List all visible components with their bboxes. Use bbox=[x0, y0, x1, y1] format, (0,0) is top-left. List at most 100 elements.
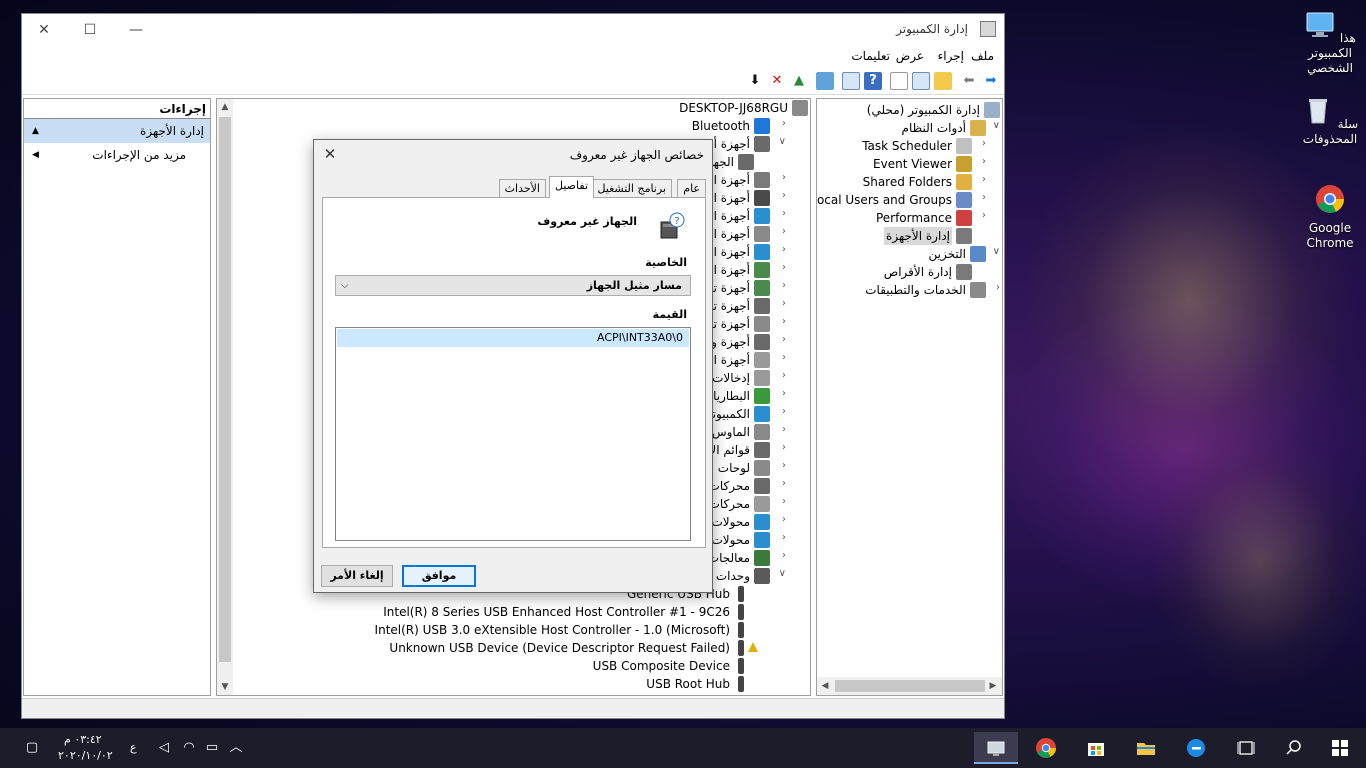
device-category[interactable]: الماوس bbox=[712, 423, 750, 441]
chevron-right-icon[interactable]: › bbox=[982, 210, 986, 221]
tree-item[interactable]: التخزين bbox=[929, 245, 966, 263]
scroll-left-icon[interactable]: ◀ bbox=[817, 678, 833, 694]
value-list-item[interactable]: ACPI\INT33A0\0 bbox=[337, 329, 689, 347]
chevron-right-icon[interactable]: › bbox=[782, 478, 786, 489]
usb-device[interactable]: Unknown USB Device (Device Descriptor Re… bbox=[389, 639, 730, 657]
input-language[interactable]: ع bbox=[130, 741, 137, 754]
up-folder-icon[interactable] bbox=[934, 72, 952, 90]
menu-view[interactable]: عرض bbox=[896, 49, 924, 63]
tree-item[interactable]: Local Users and Groups bbox=[817, 191, 952, 209]
cancel-button[interactable]: إلغاء الأمر bbox=[321, 565, 393, 587]
scroll-right-icon[interactable]: ▶ bbox=[985, 678, 1001, 694]
chevron-right-icon[interactable]: › bbox=[782, 532, 786, 543]
desktop-icon-this-pc[interactable]: هذا الكمبيوتر الشخصي bbox=[1292, 8, 1366, 76]
tree-item[interactable]: Performance bbox=[876, 209, 952, 227]
chevron-right-icon[interactable]: › bbox=[782, 442, 786, 453]
forward-arrow-icon[interactable]: ⬅ bbox=[960, 72, 978, 90]
monitor-icon[interactable] bbox=[816, 72, 834, 90]
chevron-right-icon[interactable]: › bbox=[782, 208, 786, 219]
show-hidden-icons-chevron-up-icon[interactable]: ︿ bbox=[228, 740, 244, 756]
wifi-icon[interactable]: ◠ bbox=[181, 740, 197, 756]
device-category[interactable]: Bluetooth bbox=[692, 117, 750, 135]
tree-item[interactable]: Shared Folders bbox=[863, 173, 952, 191]
chevron-down-icon[interactable]: ∨ bbox=[993, 246, 1000, 257]
device-category[interactable]: محولات bbox=[711, 531, 750, 549]
tree-item[interactable]: إدارة الأقراص bbox=[884, 263, 952, 281]
chevron-down-icon[interactable]: ∨ bbox=[779, 136, 786, 147]
chevron-right-icon[interactable]: › bbox=[782, 262, 786, 273]
menu-file[interactable]: ملف bbox=[971, 49, 994, 63]
chevron-right-icon[interactable]: › bbox=[782, 172, 786, 183]
taskbar-store[interactable] bbox=[1074, 732, 1118, 764]
taskbar-edge[interactable] bbox=[1174, 732, 1218, 764]
chevron-right-icon[interactable]: › bbox=[782, 244, 786, 255]
device-category[interactable]: وحدات bbox=[716, 567, 750, 585]
tab-general[interactable]: عام bbox=[677, 179, 706, 198]
start-button[interactable] bbox=[1318, 732, 1362, 764]
tab-events[interactable]: الأحداث bbox=[498, 179, 546, 198]
maximize-button[interactable]: ☐ bbox=[70, 18, 110, 42]
chevron-right-icon[interactable]: › bbox=[782, 370, 786, 381]
task-view-button[interactable] bbox=[1224, 732, 1268, 764]
tab-details[interactable]: تفاصيل bbox=[549, 176, 594, 198]
chevron-right-icon[interactable]: › bbox=[982, 156, 986, 167]
chevron-right-icon[interactable]: › bbox=[782, 280, 786, 291]
battery-icon[interactable]: ▭ bbox=[204, 740, 220, 756]
property-select[interactable]: ⌵ مسار مثيل الجهاز bbox=[335, 275, 691, 296]
usb-device[interactable]: Intel(R) USB 3.0 eXtensible Host Control… bbox=[375, 621, 730, 639]
chevron-right-icon[interactable]: › bbox=[782, 118, 786, 129]
clock-date[interactable]: ٢٠٢٠/١٠/٠٢ bbox=[58, 749, 113, 762]
tree-item[interactable]: أدوات النظام bbox=[902, 119, 966, 137]
chevron-right-icon[interactable]: › bbox=[782, 496, 786, 507]
taskbar-file-explorer[interactable] bbox=[1124, 732, 1168, 764]
search-button[interactable] bbox=[1272, 732, 1316, 764]
chevron-right-icon[interactable]: › bbox=[982, 192, 986, 203]
device-category[interactable]: محركات bbox=[709, 477, 750, 495]
tree-item[interactable]: الخدمات والتطبيقات bbox=[865, 281, 966, 299]
chevron-right-icon[interactable]: › bbox=[782, 406, 786, 417]
tree-item[interactable]: إدارة الكمبيوتر (محلي) bbox=[867, 101, 980, 119]
minimize-button[interactable]: — bbox=[116, 18, 156, 42]
chevron-right-icon[interactable]: › bbox=[982, 174, 986, 185]
notification-icon[interactable]: ▢ bbox=[24, 740, 40, 756]
device-category[interactable]: إدخالات bbox=[712, 369, 750, 387]
horizontal-scrollbar[interactable]: ◀ ▶ bbox=[817, 677, 1002, 695]
chevron-right-icon[interactable]: › bbox=[782, 388, 786, 399]
actions-item-more[interactable]: مزيد من الإجراءات ◀ bbox=[24, 143, 210, 167]
usb-device[interactable]: USB Root Hub bbox=[646, 675, 730, 693]
chevron-right-icon[interactable]: › bbox=[982, 138, 986, 149]
chevron-right-icon[interactable]: › bbox=[782, 352, 786, 363]
uninstall-x-icon[interactable]: ✕ bbox=[768, 72, 786, 90]
tab-driver[interactable]: برنامج التشغيل bbox=[591, 179, 672, 198]
tree-item[interactable]: إدارة الأجهزة bbox=[884, 227, 952, 245]
title-bar[interactable]: ✕ ☐ — إدارة الكمبيوتر bbox=[22, 14, 1004, 46]
taskbar-computer-management[interactable] bbox=[974, 732, 1018, 764]
back-arrow-icon[interactable]: ➡ bbox=[982, 72, 1000, 90]
help-icon[interactable]: ? bbox=[864, 72, 882, 90]
value-listbox[interactable]: ACPI\INT33A0\0 bbox=[335, 327, 691, 541]
desktop-icon-chrome[interactable]: Google Chrome bbox=[1292, 183, 1366, 251]
tree-item[interactable]: Event Viewer bbox=[873, 155, 952, 173]
vertical-scrollbar[interactable]: ▲ ▼ bbox=[217, 99, 233, 695]
actions-item-device-manager[interactable]: إدارة الأجهزة ▲ bbox=[24, 119, 210, 143]
chevron-right-icon[interactable]: › bbox=[782, 334, 786, 345]
properties-icon[interactable] bbox=[890, 72, 908, 90]
close-button[interactable]: ✕ bbox=[24, 18, 64, 42]
chevron-right-icon[interactable]: › bbox=[782, 550, 786, 561]
volume-icon[interactable]: ◁ bbox=[156, 740, 172, 756]
collapse-triangle-icon[interactable]: ▲ bbox=[32, 119, 39, 143]
usb-device[interactable]: USB Composite Device bbox=[593, 657, 730, 675]
usb-device[interactable]: Intel(R) 8 Series USB Enhanced Host Cont… bbox=[383, 603, 730, 621]
chevron-right-icon[interactable]: › bbox=[782, 298, 786, 309]
download-circle-icon[interactable]: ⬇ bbox=[746, 72, 764, 90]
chevron-right-icon[interactable]: › bbox=[996, 282, 1000, 293]
menu-help[interactable]: تعليمات bbox=[851, 49, 890, 63]
chevron-right-icon[interactable]: › bbox=[782, 226, 786, 237]
ok-button[interactable]: موافق bbox=[402, 565, 476, 587]
scroll-up-icon[interactable]: ▲ bbox=[217, 99, 233, 115]
desktop-icon-recycle-bin[interactable]: سلة المحذوفات bbox=[1292, 94, 1366, 147]
action-pane-icon[interactable] bbox=[842, 72, 860, 90]
device-category[interactable]: معالجات bbox=[708, 549, 750, 567]
scroll-down-icon[interactable]: ▼ bbox=[217, 679, 233, 695]
tree-item[interactable]: Task Scheduler bbox=[862, 137, 952, 155]
